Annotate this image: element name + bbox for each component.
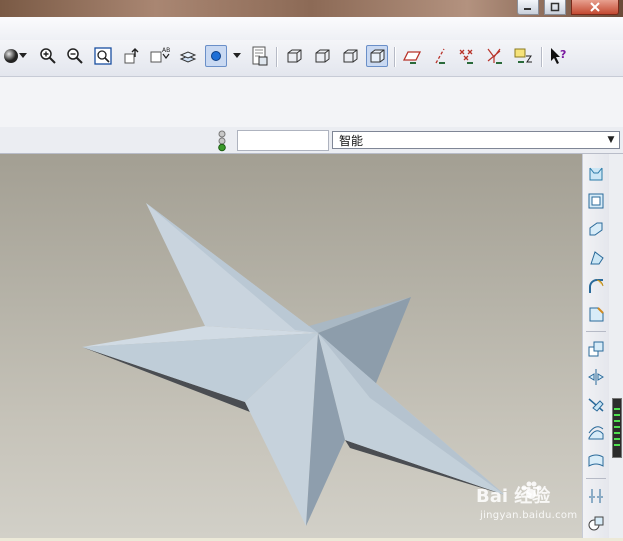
display-dropdown[interactable] [231, 45, 243, 67]
ribbon-band [0, 77, 623, 128]
shell-button[interactable] [586, 191, 606, 211]
minimize-icon [524, 8, 531, 10]
datum-axes-button[interactable] [429, 45, 451, 67]
copy-button[interactable] [586, 513, 606, 533]
copy-icon [588, 516, 604, 531]
shading-dropdown[interactable] [17, 45, 29, 67]
toolbar-separator [586, 331, 606, 332]
extrude-icon [589, 167, 603, 181]
toolbar-separator [394, 47, 395, 67]
maximize-icon [550, 2, 560, 12]
intersect-icon [589, 489, 603, 503]
model-display-icon [211, 51, 221, 61]
layers-icon [179, 51, 197, 63]
merge-icon [588, 426, 604, 440]
draft-icon [590, 251, 604, 265]
chamfer-button[interactable] [586, 304, 606, 324]
whats-this-help-icon: ? [551, 48, 566, 64]
toolbar-separator [276, 47, 277, 67]
saved-views-button[interactable]: AB [149, 45, 171, 67]
trim-icon [588, 398, 604, 412]
annotations-icon [514, 48, 532, 63]
no-hidden-icon [343, 49, 358, 63]
close-icon [590, 2, 600, 12]
trim-button[interactable] [586, 395, 606, 415]
maximize-button[interactable] [544, 0, 566, 15]
datum-planes-button[interactable] [401, 45, 423, 67]
mirror-button[interactable] [586, 367, 606, 387]
refit-icon [94, 47, 112, 65]
zoom-out-button[interactable] [64, 45, 86, 67]
reorient-button[interactable] [121, 45, 143, 67]
wireframe-button[interactable] [283, 45, 305, 67]
offset-button[interactable] [586, 451, 606, 471]
message-box [237, 130, 329, 151]
selection-filter-dropdown[interactable]: 智能 ▼ [332, 131, 620, 149]
offset-icon [588, 454, 604, 467]
zoom-out-icon [67, 48, 83, 64]
paw-logo-icon [521, 481, 542, 499]
selection-filter-value: 智能 [339, 133, 364, 148]
shading-button[interactable] [366, 45, 388, 67]
toolbar-separator [586, 478, 606, 479]
toolbar-separator [541, 47, 542, 67]
baidu-watermark: Bai 经验 jingyan.baidu.com [476, 481, 586, 526]
saved-views-icon: AB [150, 47, 170, 63]
annotations-button[interactable] [512, 45, 534, 67]
spin-center-button[interactable] [248, 45, 270, 67]
pattern-icon [588, 341, 604, 357]
dropdown-arrow-icon [233, 53, 241, 58]
zoom-in-button[interactable] [37, 45, 59, 67]
coordinate-systems-icon [487, 48, 502, 64]
coordinate-systems-button[interactable] [484, 45, 506, 67]
star-model [82, 203, 505, 526]
intersect-button[interactable] [586, 486, 606, 506]
level-gauge [612, 398, 622, 458]
scroll-edge [609, 154, 623, 538]
menu-bar [0, 17, 623, 41]
dropdown-arrow-icon [19, 53, 27, 58]
reorient-icon [124, 48, 139, 64]
model-display-button[interactable] [205, 45, 227, 67]
round-icon [589, 279, 604, 293]
shading-icon [370, 49, 385, 63]
gauge-bars-icon [614, 408, 620, 446]
extrude-button[interactable] [586, 164, 606, 184]
svg-text:?: ? [560, 48, 566, 61]
chamfer-icon [589, 307, 604, 322]
datum-points-icon [459, 49, 473, 64]
round-button[interactable] [586, 276, 606, 296]
refit-button[interactable] [92, 45, 114, 67]
no-hidden-button[interactable] [339, 45, 361, 67]
merge-button[interactable] [586, 423, 606, 443]
hidden-line-icon [315, 49, 330, 63]
graphics-viewport[interactable] [0, 154, 582, 538]
svg-text:AB: AB [162, 47, 170, 54]
regen-status-light[interactable] [212, 128, 232, 152]
mirror-icon [588, 369, 604, 385]
shell-icon [588, 193, 604, 209]
close-button[interactable] [571, 0, 619, 15]
chevron-down-icon: ▼ [607, 135, 615, 145]
zoom-in-icon [40, 48, 56, 64]
minimize-button[interactable] [517, 0, 539, 15]
datum-axes-icon [435, 48, 445, 64]
hidden-line-button[interactable] [311, 45, 333, 67]
spin-center-icon [252, 46, 268, 66]
wireframe-icon [287, 49, 302, 63]
datum-planes-icon [402, 51, 422, 64]
rib-button[interactable] [586, 219, 606, 239]
traffic-light-icon [218, 130, 226, 152]
rib-icon [589, 222, 603, 236]
datum-points-button[interactable] [456, 45, 478, 67]
draft-button[interactable] [586, 248, 606, 268]
whats-this-button[interactable]: ? [547, 45, 569, 67]
watermark-url: jingyan.baidu.com [480, 510, 578, 521]
layers-button[interactable] [177, 45, 199, 67]
pattern-button[interactable] [586, 339, 606, 359]
